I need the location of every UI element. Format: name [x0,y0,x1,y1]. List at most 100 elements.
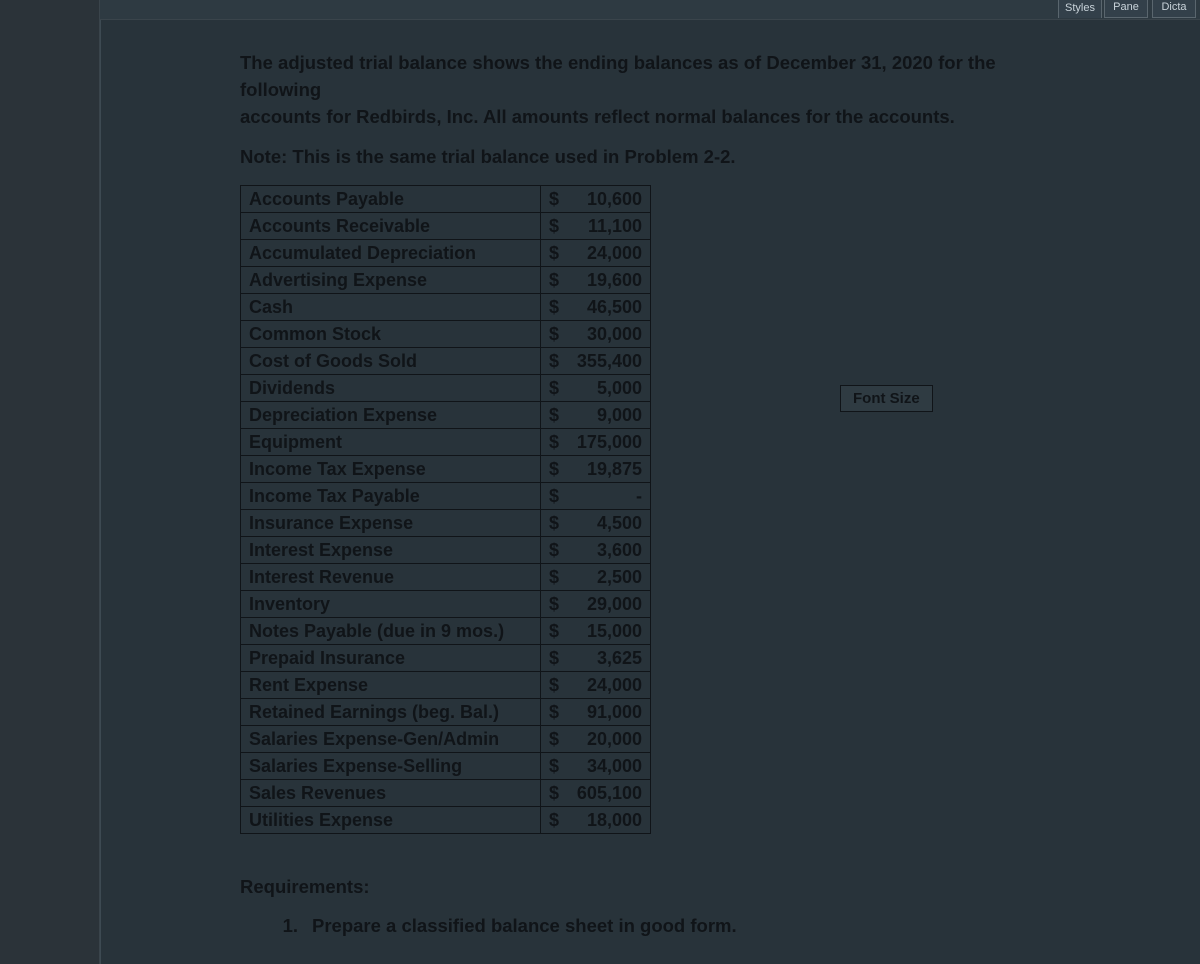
account-amount-cell: $30,000 [541,321,651,348]
amount-value: 4,500 [565,513,642,534]
account-name-cell: Salaries Expense-Selling [241,753,541,780]
account-amount-cell: $29,000 [541,591,651,618]
currency-symbol: $ [549,756,565,777]
account-amount-cell: $24,000 [541,240,651,267]
account-name-cell: Rent Expense [241,672,541,699]
pane-button[interactable]: Pane [1104,0,1148,18]
amount-value: 2,500 [565,567,642,588]
currency-symbol: $ [549,729,565,750]
account-name-cell: Accumulated Depreciation [241,240,541,267]
currency-symbol: $ [549,378,565,399]
currency-symbol: $ [549,297,565,318]
account-amount-cell: $18,000 [541,807,651,834]
table-row: Retained Earnings (beg. Bal.)$91,000 [241,699,651,726]
account-amount-cell: $19,600 [541,267,651,294]
amount-value: 605,100 [565,783,642,804]
account-name-cell: Depreciation Expense [241,402,541,429]
account-amount-cell: $91,000 [541,699,651,726]
amount-value: 355,400 [565,351,642,372]
account-name-cell: Inventory [241,591,541,618]
amount-value: 34,000 [565,756,642,777]
intro-paragraph: The adjusted trial balance shows the end… [240,50,1060,130]
account-name-cell: Income Tax Payable [241,483,541,510]
account-amount-cell: $5,000 [541,375,651,402]
currency-symbol: $ [549,621,565,642]
table-row: Accounts Receivable$11,100 [241,213,651,240]
account-name-cell: Income Tax Expense [241,456,541,483]
dictate-button[interactable]: Dicta [1152,0,1196,18]
account-name-cell: Accounts Payable [241,186,541,213]
account-amount-cell: $355,400 [541,348,651,375]
account-name-cell: Advertising Expense [241,267,541,294]
amount-value: 19,875 [565,459,642,480]
document-page: The adjusted trial balance shows the end… [100,20,1200,964]
requirements-heading: Requirements: [240,874,1140,901]
left-rail [0,0,100,964]
amount-value: 18,000 [565,810,642,831]
account-name-cell: Sales Revenues [241,780,541,807]
account-amount-cell: $- [541,483,651,510]
account-name-cell: Salaries Expense-Gen/Admin [241,726,541,753]
account-amount-cell: $46,500 [541,294,651,321]
account-amount-cell: $11,100 [541,213,651,240]
font-size-tag[interactable]: Font Size [840,385,933,412]
currency-symbol: $ [549,189,565,210]
account-amount-cell: $19,875 [541,456,651,483]
account-amount-cell: $605,100 [541,780,651,807]
account-name-cell: Utilities Expense [241,807,541,834]
amount-value: 15,000 [565,621,642,642]
requirement-item: 1. Prepare a classified balance sheet in… [280,913,1140,940]
table-row: Cash$46,500 [241,294,651,321]
currency-symbol: $ [549,675,565,696]
account-name-cell: Cost of Goods Sold [241,348,541,375]
account-amount-cell: $20,000 [541,726,651,753]
table-row: Prepaid Insurance$3,625 [241,645,651,672]
intro-line-2: accounts for Redbirds, Inc. All amounts … [240,104,1060,131]
currency-symbol: $ [549,270,565,291]
account-name-cell: Accounts Receivable [241,213,541,240]
table-row: Rent Expense $24,000 [241,672,651,699]
table-row: Inventory$29,000 [241,591,651,618]
amount-value: 30,000 [565,324,642,345]
currency-symbol: $ [549,810,565,831]
account-name-cell: Notes Payable (due in 9 mos.) [241,618,541,645]
currency-symbol: $ [549,783,565,804]
account-name-cell: Prepaid Insurance [241,645,541,672]
table-row: Interest Revenue$2,500 [241,564,651,591]
amount-value: 24,000 [565,243,642,264]
left-margin-guide [100,20,101,964]
amount-value: 46,500 [565,297,642,318]
table-row: Common Stock$30,000 [241,321,651,348]
amount-value: 5,000 [565,378,642,399]
currency-symbol: $ [549,351,565,372]
currency-symbol: $ [549,594,565,615]
table-row: Advertising Expense$19,600 [241,267,651,294]
table-row: Income Tax Payable$- [241,483,651,510]
amount-value: 11,100 [565,216,642,237]
amount-value: 24,000 [565,675,642,696]
table-row: Sales Revenues$605,100 [241,780,651,807]
table-row: Dividends$5,000 [241,375,651,402]
requirement-text: Prepare a classified balance sheet in go… [312,913,737,940]
table-row: Income Tax Expense$19,875 [241,456,651,483]
account-name-cell: Interest Revenue [241,564,541,591]
account-amount-cell: $3,600 [541,537,651,564]
account-amount-cell: $3,625 [541,645,651,672]
table-row: Depreciation Expense$9,000 [241,402,651,429]
amount-value: 175,000 [565,432,642,453]
amount-value: 20,000 [565,729,642,750]
account-amount-cell: $4,500 [541,510,651,537]
currency-symbol: $ [549,459,565,480]
amount-value: 3,625 [565,648,642,669]
account-name-cell: Dividends [241,375,541,402]
account-name-cell: Equipment [241,429,541,456]
amount-value: 29,000 [565,594,642,615]
styles-button[interactable]: Styles [1058,0,1102,18]
table-row: Salaries Expense-Selling $34,000 [241,753,651,780]
account-amount-cell: $10,600 [541,186,651,213]
table-row: Salaries Expense-Gen/Admin$20,000 [241,726,651,753]
table-row: Equipment$175,000 [241,429,651,456]
amount-value: 3,600 [565,540,642,561]
account-name-cell: Insurance Expense [241,510,541,537]
currency-symbol: $ [549,702,565,723]
